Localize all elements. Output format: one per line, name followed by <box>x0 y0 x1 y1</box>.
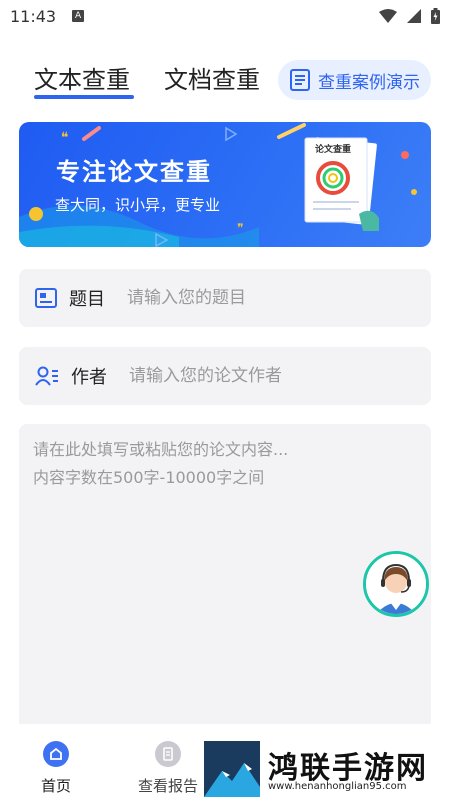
active-tab-indicator <box>34 95 134 99</box>
document-illustration: 论文查重 <box>304 137 379 231</box>
list-icon <box>290 69 310 91</box>
title-input[interactable] <box>127 288 407 308</box>
tab-text-check[interactable]: 文本查重 <box>34 60 130 95</box>
home-icon <box>43 741 69 767</box>
status-time: 11:43 <box>10 6 57 26</box>
nav-report-label: 查看报告 <box>137 777 198 795</box>
banner-subtitle: 查大同，识小异，更专业 <box>55 196 221 214</box>
nav-home[interactable]: 首页 <box>16 741 96 796</box>
status-bar: 11:43 A <box>0 0 450 32</box>
tab-doc-check[interactable]: 文档查重 <box>164 60 260 95</box>
customer-service-icon <box>366 554 426 614</box>
status-icons <box>379 8 440 24</box>
report-icon <box>155 741 181 767</box>
nav-report[interactable]: 查看报告 <box>128 741 208 796</box>
title-field[interactable]: 题目 <box>19 269 431 327</box>
svg-text:❞: ❞ <box>237 221 243 235</box>
notification-icon: A <box>72 10 85 22</box>
demo-cases-label: 查重案例演示 <box>318 72 420 93</box>
battery-icon <box>431 8 440 24</box>
id-card-icon <box>35 288 57 308</box>
customer-service-button[interactable] <box>363 551 429 617</box>
author-input[interactable] <box>129 366 409 386</box>
user-list-icon <box>35 366 58 386</box>
demo-cases-button[interactable]: 查重案例演示 <box>278 60 431 100</box>
watermark-logo <box>204 741 260 797</box>
title-label: 题目 <box>69 289 105 310</box>
banner-title: 专注论文查重 <box>56 158 212 186</box>
svg-text:❝: ❝ <box>61 130 69 146</box>
author-label: 作者 <box>71 367 107 388</box>
watermark-url: www.henanhonglian95.com <box>268 781 407 792</box>
check-type-tabs: 文本查重 文档查重 查重案例演示 <box>0 50 450 110</box>
paper-content-input[interactable] <box>33 436 417 712</box>
wifi-icon <box>379 9 397 23</box>
watermark: 鸿联手游网 www.henanhonglian95.com <box>204 741 450 797</box>
signal-icon <box>407 9 421 23</box>
paper-label: 论文查重 <box>315 143 351 155</box>
author-field[interactable]: 作者 <box>19 347 431 405</box>
promo-banner[interactable]: ❝ ❞ 专注论文查重 查大同，识小异，更专业 论文查重 <box>19 122 431 247</box>
nav-home-label: 首页 <box>40 777 71 795</box>
